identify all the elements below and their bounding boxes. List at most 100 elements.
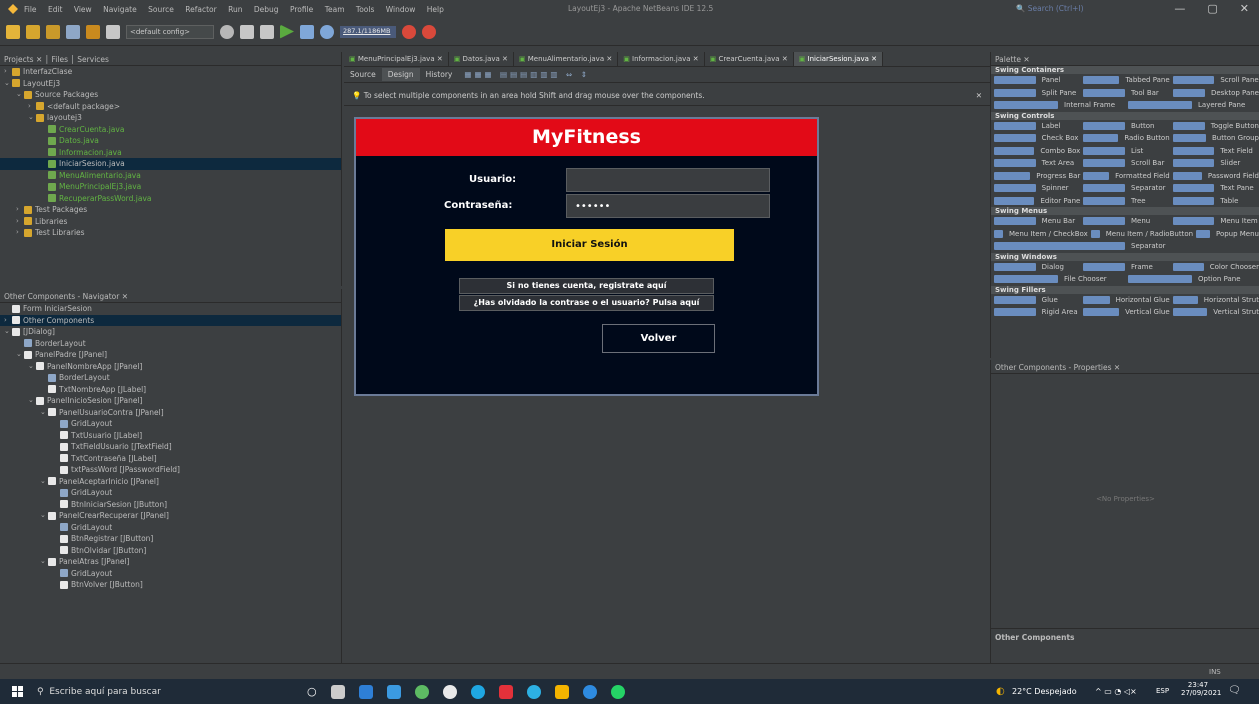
expand-arrow-icon[interactable]: ⌄ [28,395,36,407]
open-project-icon[interactable] [46,24,60,39]
navigator-item[interactable]: TxtUsuario [JLabel] [0,430,341,442]
navigator-item[interactable]: ⌄ PanelNombreApp [JPanel] [0,361,341,373]
editor-tab[interactable]: ▣ IniciarSesion.java ✕ [793,52,883,66]
project-item[interactable]: IniciarSesion.java [0,158,341,170]
navigator-item[interactable]: TxtNombreApp [JLabel] [0,384,341,396]
tray-icons[interactable]: ^ ▭ ◔ ◁× [1095,687,1137,696]
menu-navigate[interactable]: Navigate [103,5,137,14]
netbeans-task-icon[interactable] [554,684,569,699]
expand-arrow-icon[interactable]: ⌄ [4,326,12,338]
close-tab-icon[interactable]: ✕ [604,55,612,63]
expand-arrow-icon[interactable]: ⌄ [4,78,12,90]
expand-arrow-icon[interactable]: ⌄ [40,510,48,522]
profile-icon[interactable] [320,24,334,39]
editor-tab[interactable]: ▣ Datos.java ✕ [449,52,514,66]
navigator-item[interactable]: Form IniciarSesion [0,303,341,315]
store-icon[interactable] [386,684,401,699]
editor-tab[interactable]: ▣ MenuAlimentario.java ✕ [514,52,619,66]
hammer-icon[interactable] [240,24,254,39]
project-item[interactable]: ⌄ Source Packages [0,89,341,101]
build-target-icon[interactable] [220,24,234,39]
file-explorer-icon[interactable] [358,684,373,699]
menu-window[interactable]: Window [386,5,416,14]
palette-item[interactable]: Separator [991,240,1259,253]
menu-edit[interactable]: Edit [48,5,63,14]
project-item[interactable]: RecuperarPassWord.java [0,193,341,205]
ide-search-field[interactable]: 🔍 Search (Ctrl+I) [1016,4,1084,13]
palette-item[interactable]: Button [1080,120,1169,133]
palette-item[interactable]: Rigid Area [991,306,1080,319]
navigator-item[interactable]: ⌄ PanelPadre [JPanel] [0,349,341,361]
navigator-item[interactable]: BtnVolver [JButton] [0,579,341,591]
palette-item[interactable]: Spinner [991,182,1080,195]
palette-item[interactable]: Frame [1080,261,1169,274]
telegram-icon[interactable] [582,684,597,699]
clean-build-icon[interactable] [260,24,274,39]
forgot-button[interactable]: ¿Has olvidado la contrase o el usuario? … [459,295,714,311]
navigator-item[interactable]: ⌄ PanelInicioSesion [JPanel] [0,395,341,407]
new-project-icon[interactable] [26,24,40,39]
project-item[interactable]: › Test Packages [0,204,341,216]
palette-item[interactable]: Scroll Pane [1170,74,1259,87]
editor-tab[interactable]: ▣ Informacion.java ✕ [618,52,705,66]
project-item[interactable]: CrearCuenta.java [0,124,341,136]
close-tab-icon[interactable]: ✕ [500,55,508,63]
navigator-item[interactable]: TxtFieldUsuario [JTextField] [0,441,341,453]
navigator-item[interactable]: GridLayout [0,418,341,430]
github-icon[interactable] [442,684,457,699]
debug-icon[interactable] [300,24,314,39]
expand-arrow-icon[interactable]: ⌄ [40,556,48,568]
maximize-button[interactable]: ▢ [1207,2,1217,15]
menu-view[interactable]: View [74,5,92,14]
app-icon[interactable] [414,684,429,699]
navigator-item[interactable]: BtnRegistrar [JButton] [0,533,341,545]
palette-item[interactable]: Separator [1080,182,1169,195]
expand-arrow-icon[interactable]: › [28,101,36,113]
navigator-item[interactable]: ⌄ PanelUsuarioContra [JPanel] [0,407,341,419]
palette-item[interactable]: Tree [1080,195,1169,208]
history-mode-button[interactable]: History [420,68,459,81]
project-item[interactable]: › Test Libraries [0,227,341,239]
close-tab-icon[interactable]: ✕ [691,55,699,63]
palette-item[interactable]: File Chooser [991,273,1125,286]
project-item[interactable]: MenuPrincipalEj3.java [0,181,341,193]
palette-item[interactable]: Text Area [991,157,1080,170]
palette-item[interactable]: Radio Button [1080,132,1170,145]
expand-arrow-icon[interactable]: › [4,66,12,78]
palette-item[interactable]: Menu [1080,215,1169,228]
palette-item[interactable]: Panel [991,74,1080,87]
palette-item[interactable]: Internal Frame [991,99,1125,112]
palette-item[interactable]: Vertical Glue [1080,306,1170,319]
clock[interactable]: 23:47 27/09/2021 [1181,681,1221,697]
close-tab-icon[interactable]: ✕ [869,55,877,63]
palette-item[interactable]: Tool Bar [1080,87,1169,100]
palette-item[interactable]: Horizontal Strut [1170,294,1259,307]
chrome-icon[interactable] [526,684,541,699]
palette-item[interactable]: Tabbed Pane [1080,74,1170,87]
gc-icon[interactable] [402,24,416,39]
navigator-item[interactable]: ⌄ PanelAceptarInicio [JPanel] [0,476,341,488]
language-indicator[interactable]: ESP [1156,687,1169,695]
navigator-item[interactable]: BorderLayout [0,338,341,350]
palette-category[interactable]: Swing Containers [991,66,1259,74]
palette-item[interactable]: Formatted Field [1080,170,1170,183]
palette-item[interactable]: Check Box [991,132,1080,145]
palette-item[interactable]: Progress Bar [991,170,1080,183]
weather-text[interactable]: 22°C Despejado [1012,687,1077,696]
usuario-field[interactable] [566,168,770,192]
palette-item[interactable]: Menu Item / RadioButton [1088,228,1193,241]
expand-arrow-icon[interactable]: ⌄ [28,112,36,124]
palette-category[interactable]: Swing Controls [991,111,1259,120]
palette-category[interactable]: Swing Menus [991,207,1259,215]
palette-item[interactable]: Option Pane [1125,273,1259,286]
palette-item[interactable]: Split Pane [991,87,1080,100]
align-tools-icon[interactable]: ▦▦▦ ▤▤▤▥▥▥ ⇔ ⇕ [458,68,596,81]
palette-category[interactable]: Swing Fillers [991,285,1259,294]
menu-profile[interactable]: Profile [290,5,313,14]
whatsapp-icon[interactable] [610,684,625,699]
memory-indicator[interactable]: 287.1/1186MB [340,25,396,38]
navigator-item[interactable]: › Other Components [0,314,341,326]
palette-item[interactable]: Horizontal Glue [1080,294,1170,307]
expand-arrow-icon[interactable]: ⌄ [16,89,24,101]
project-item[interactable]: Informacion.java [0,147,341,159]
